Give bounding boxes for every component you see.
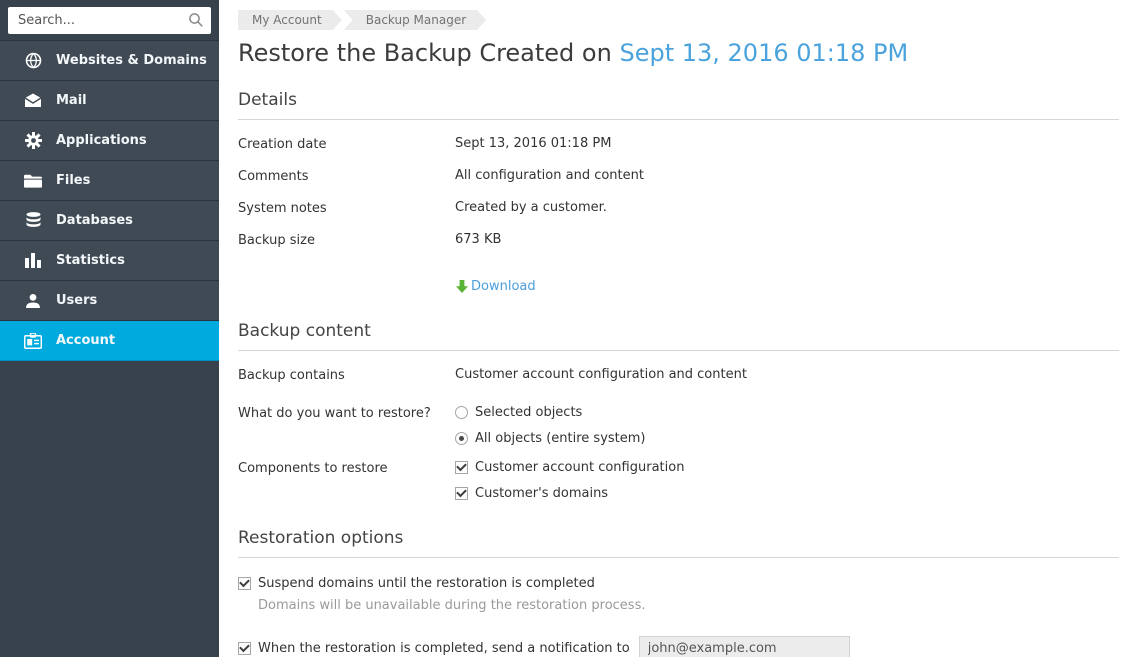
backup-contains-label: Backup contains xyxy=(238,367,455,383)
detail-row-creation-date: Creation date Sept 13, 2016 01:18 PM xyxy=(238,136,1119,152)
checkbox-send-notification-label[interactable]: When the restoration is completed, send … xyxy=(258,641,630,656)
radio-all-objects[interactable] xyxy=(455,432,468,445)
radio-selected-objects-label[interactable]: Selected objects xyxy=(475,405,582,420)
sidebar-nav: Websites & Domains Mail Applications Fil… xyxy=(0,41,219,361)
checkbox-account-config[interactable] xyxy=(455,461,468,474)
components-label: Components to restore xyxy=(238,460,455,476)
checkbox-customer-domains[interactable] xyxy=(455,487,468,500)
sidebar-item-websites-domains[interactable]: Websites & Domains xyxy=(0,41,219,81)
notify-option-block: When the restoration is completed, send … xyxy=(238,636,1119,657)
checkbox-send-notification[interactable] xyxy=(238,642,251,655)
radio-all-objects-label[interactable]: All objects (entire system) xyxy=(475,431,646,446)
restoration-options-heading: Restoration options xyxy=(238,528,1119,558)
sidebar-item-statistics[interactable]: Statistics xyxy=(0,241,219,281)
sidebar-item-applications[interactable]: Applications xyxy=(0,121,219,161)
globe-icon xyxy=(23,52,43,70)
sidebar: Websites & Domains Mail Applications Fil… xyxy=(0,0,219,657)
sidebar-item-label: Websites & Domains xyxy=(56,53,207,68)
suspend-hint-text: Domains will be unavailable during the r… xyxy=(258,598,1119,613)
detail-label: Comments xyxy=(238,168,455,184)
backup-content-section: Backup content Backup contains Customer … xyxy=(238,321,1119,501)
checkbox-suspend-domains-label[interactable]: Suspend domains until the restoration is… xyxy=(258,576,595,591)
details-section: Details Creation date Sept 13, 2016 01:1… xyxy=(238,90,1119,294)
sidebar-item-mail[interactable]: Mail xyxy=(0,81,219,121)
download-arrow-icon xyxy=(455,279,469,294)
sidebar-item-label: Mail xyxy=(56,93,87,108)
sidebar-item-account[interactable]: Account xyxy=(0,321,219,361)
checkbox-suspend-domains[interactable] xyxy=(238,577,251,590)
backup-contains-row: Backup contains Customer account configu… xyxy=(238,367,1119,383)
checkbox-account-config-row: Customer account configuration xyxy=(455,460,1119,475)
page-title-date: Sept 13, 2016 01:18 PM xyxy=(619,39,908,67)
gear-icon xyxy=(23,132,43,150)
notification-email-input[interactable] xyxy=(639,636,850,657)
detail-value: Created by a customer. xyxy=(455,200,1119,215)
backup-content-heading: Backup content xyxy=(238,321,1119,351)
backup-contains-value: Customer account configuration and conte… xyxy=(455,367,1119,382)
detail-label: Creation date xyxy=(238,136,455,152)
page-title-prefix: Restore the Backup Created on xyxy=(238,39,619,67)
breadcrumb-backup-manager[interactable]: Backup Manager xyxy=(344,10,486,30)
download-link-text[interactable]: Download xyxy=(471,279,536,294)
restoration-options-section: Restoration options Suspend domains unti… xyxy=(238,528,1119,657)
sidebar-item-label: Users xyxy=(56,293,97,308)
detail-value: All configuration and content xyxy=(455,168,1119,183)
sidebar-item-label: Databases xyxy=(56,213,133,228)
radio-all-objects-row: All objects (entire system) xyxy=(455,431,1119,446)
restore-scope-label: What do you want to restore? xyxy=(238,405,455,421)
sidebar-item-label: Account xyxy=(56,333,115,348)
id-card-icon xyxy=(23,332,43,350)
download-row-wrap: Download xyxy=(238,264,1119,294)
user-icon xyxy=(23,292,43,310)
download-link[interactable]: Download xyxy=(455,279,536,294)
checkbox-customer-domains-row: Customer's domains xyxy=(455,486,1119,501)
breadcrumb: My Account Backup Manager xyxy=(238,10,1119,30)
sidebar-item-label: Statistics xyxy=(56,253,125,268)
checkbox-customer-domains-label[interactable]: Customer's domains xyxy=(475,486,608,501)
detail-value: Sept 13, 2016 01:18 PM xyxy=(455,136,1119,151)
detail-row-system-notes: System notes Created by a customer. xyxy=(238,200,1119,216)
sidebar-search xyxy=(0,0,219,41)
main-content: My Account Backup Manager Restore the Ba… xyxy=(219,0,1121,657)
sidebar-item-label: Files xyxy=(56,173,90,188)
search-icon[interactable] xyxy=(188,12,204,32)
restore-scope-row: What do you want to restore? Selected ob… xyxy=(238,405,1119,446)
sidebar-item-label: Applications xyxy=(56,133,147,148)
components-row: Components to restore Customer account c… xyxy=(238,460,1119,501)
checkbox-account-config-label[interactable]: Customer account configuration xyxy=(475,460,684,475)
sidebar-item-databases[interactable]: Databases xyxy=(0,201,219,241)
sidebar-item-users[interactable]: Users xyxy=(0,281,219,321)
sidebar-item-files[interactable]: Files xyxy=(0,161,219,201)
breadcrumb-my-account[interactable]: My Account xyxy=(238,10,342,30)
mail-icon xyxy=(23,92,43,110)
detail-label: Backup size xyxy=(238,232,455,248)
page-title: Restore the Backup Created on Sept 13, 2… xyxy=(238,39,1119,67)
search-input[interactable] xyxy=(8,7,211,34)
radio-selected-objects[interactable] xyxy=(455,406,468,419)
detail-row-comments: Comments All configuration and content xyxy=(238,168,1119,184)
detail-row-backup-size: Backup size 673 KB xyxy=(238,232,1119,248)
details-heading: Details xyxy=(238,90,1119,120)
folder-icon xyxy=(23,172,43,190)
radio-selected-objects-row: Selected objects xyxy=(455,405,1119,420)
suspend-option-block: Suspend domains until the restoration is… xyxy=(238,576,1119,613)
detail-label: System notes xyxy=(238,200,455,216)
detail-value: 673 KB xyxy=(455,232,1119,247)
bar-chart-icon xyxy=(23,252,43,270)
database-icon xyxy=(23,212,43,230)
